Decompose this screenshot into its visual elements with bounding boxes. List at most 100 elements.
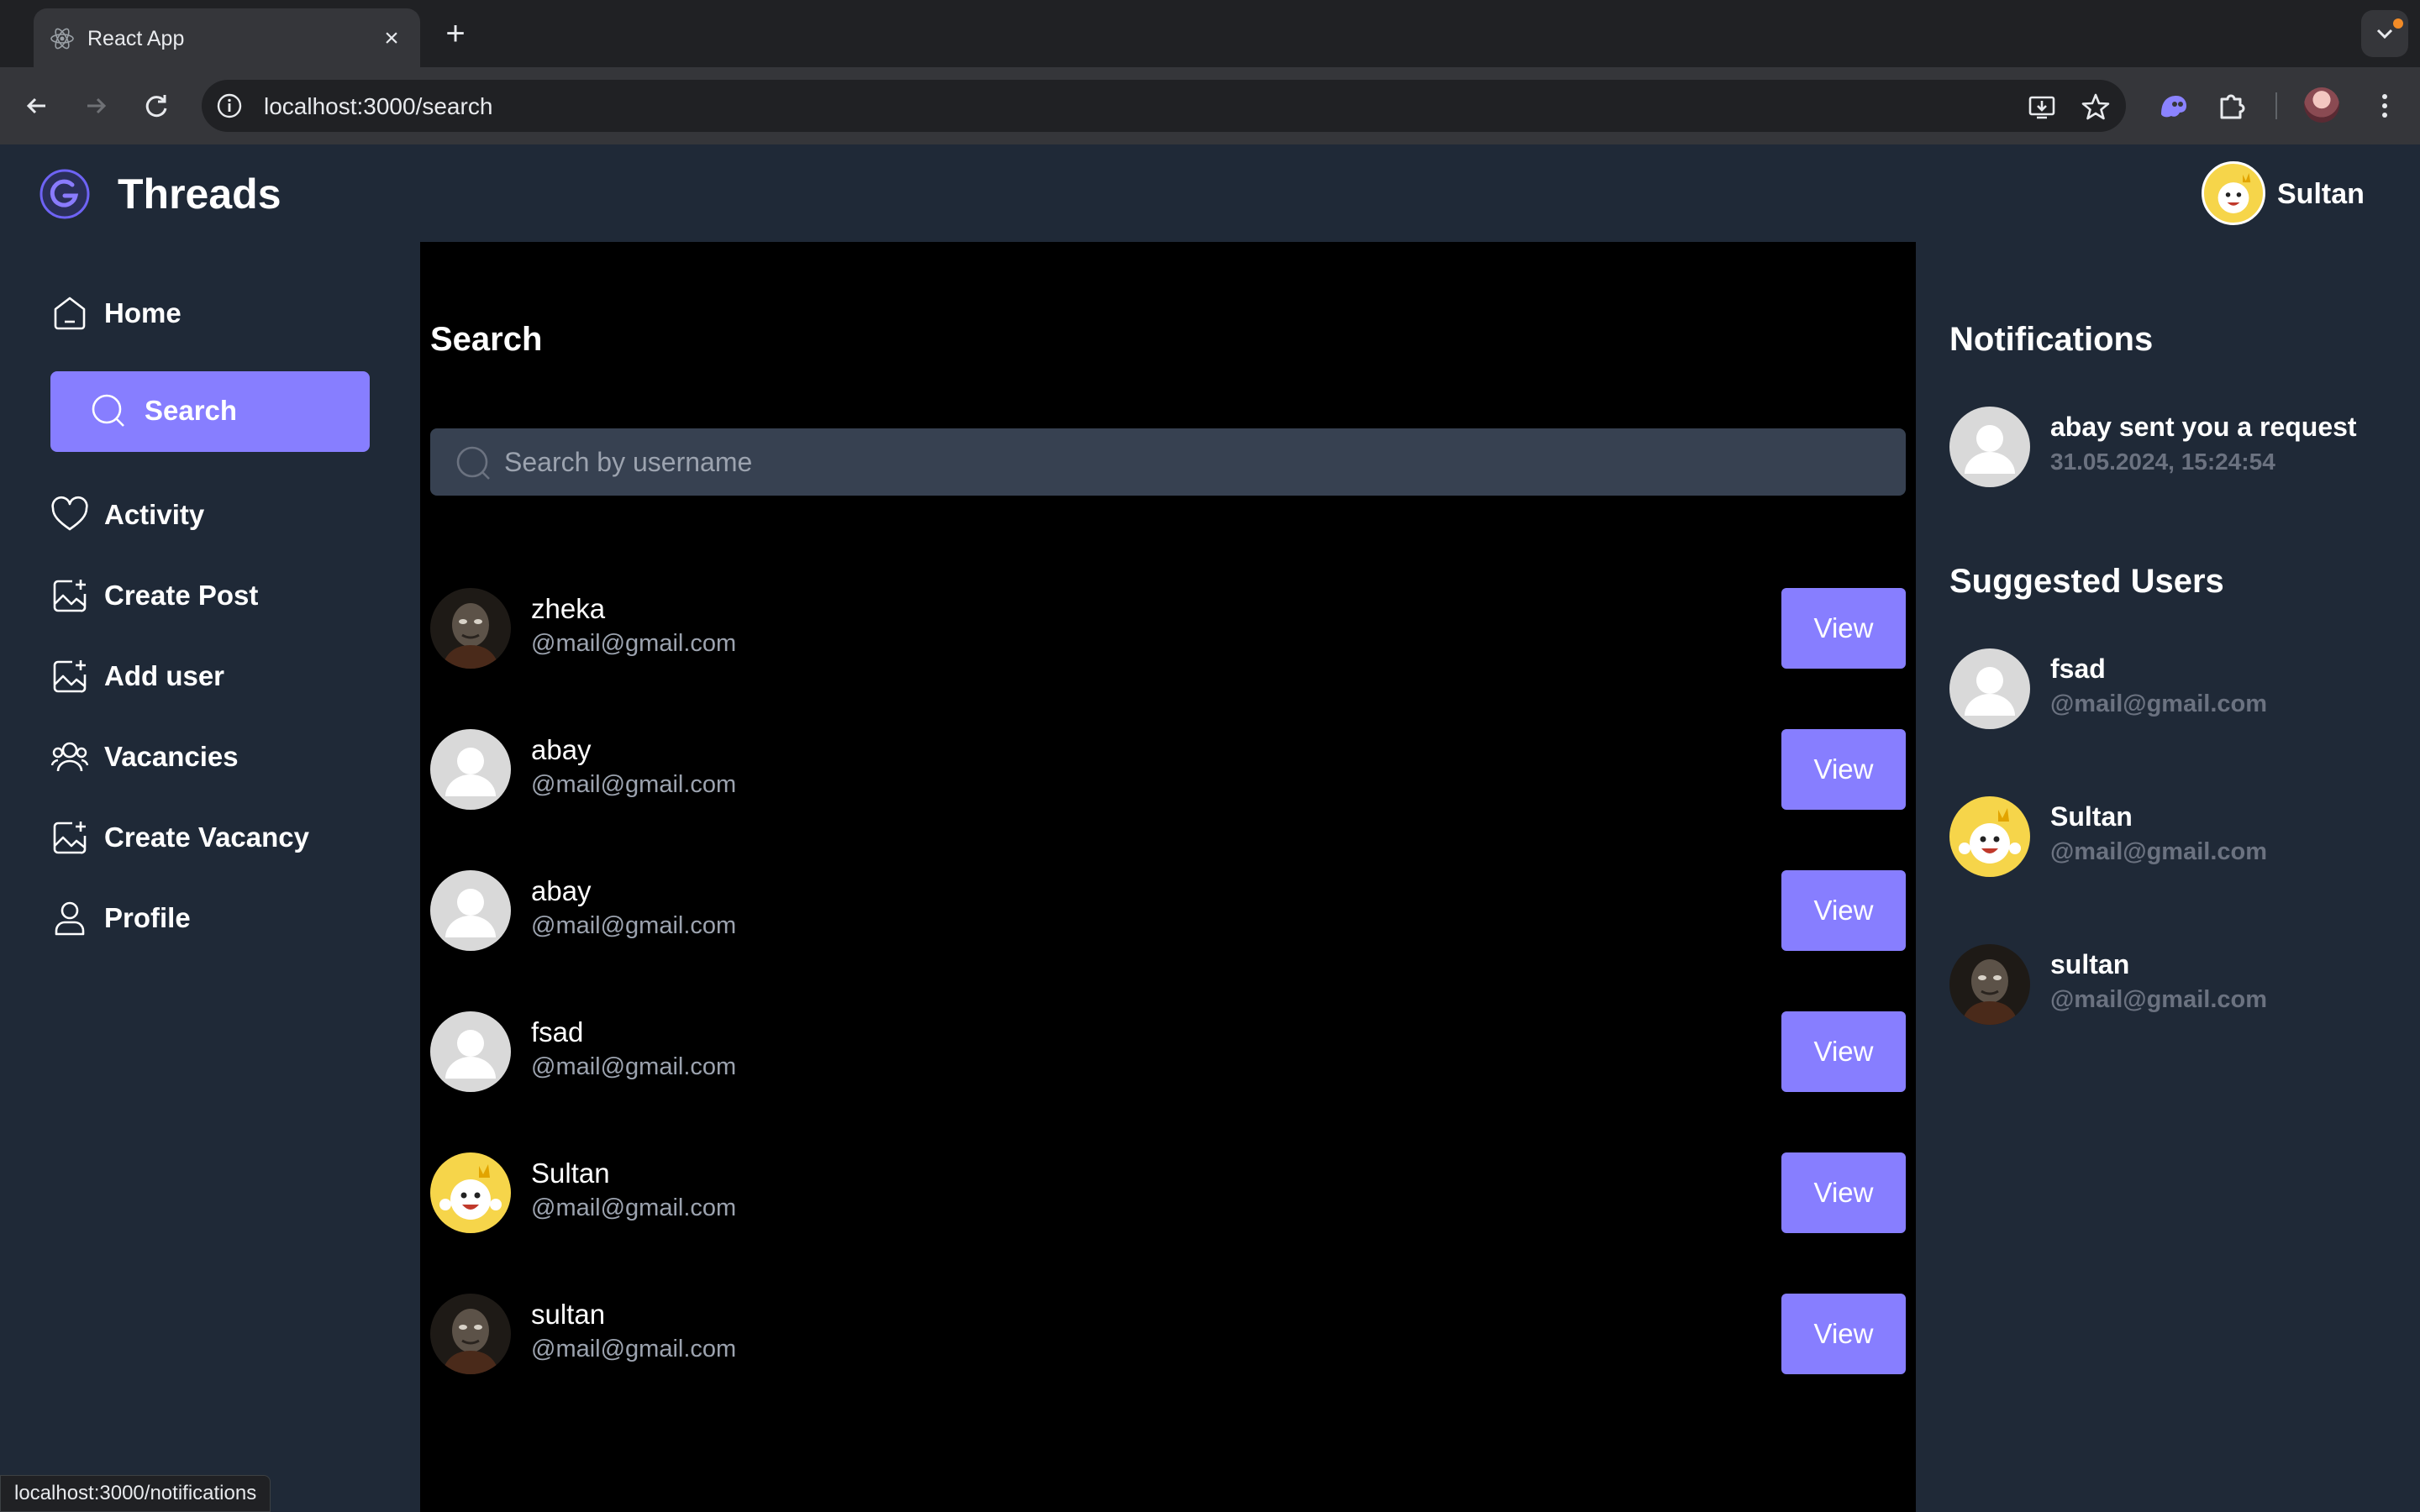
search-input[interactable]	[504, 428, 1882, 496]
user-avatar[interactable]	[430, 1294, 511, 1374]
sidebar-item-create-post[interactable]: Create Post	[50, 556, 370, 637]
sidebar-item-label: Create Post	[104, 580, 259, 611]
browser-tab[interactable]: React App ×	[34, 8, 420, 67]
result-username: fsad	[531, 1016, 584, 1047]
page-title: Search	[430, 321, 543, 358]
result-row: zheka @mail@gmail.com View	[430, 588, 1906, 729]
user-avatar[interactable]	[430, 870, 511, 951]
result-row: sultan @mail@gmail.com View	[430, 1294, 1906, 1435]
result-username: Sultan	[531, 1158, 610, 1189]
reload-icon[interactable]	[136, 86, 176, 126]
suggested-users-title: Suggested Users	[1949, 563, 2224, 600]
sidebar: Home Search Activity Create Post Add use…	[0, 242, 420, 1512]
browser-toolbar: localhost:3000/search	[0, 67, 2420, 144]
result-email: @mail@gmail.com	[531, 1053, 737, 1080]
bookmark-star-icon[interactable]	[2079, 90, 2112, 123]
image-plus-icon	[53, 660, 87, 693]
status-bar-url: localhost:3000/notifications	[0, 1475, 271, 1512]
suggested-user[interactable]: Sultan @mail@gmail.com	[1949, 796, 2403, 880]
app-logo-text[interactable]: Threads	[118, 170, 281, 218]
sidebar-item-label: Profile	[104, 902, 191, 933]
suggested-user-avatar[interactable]	[1949, 796, 2030, 877]
view-button[interactable]: View	[1781, 1294, 1906, 1374]
view-button[interactable]: View	[1781, 588, 1906, 669]
user-avatar[interactable]	[430, 1011, 511, 1092]
search-icon	[456, 446, 490, 480]
install-app-icon[interactable]	[2025, 90, 2059, 123]
url-text[interactable]: localhost:3000/search	[264, 93, 492, 120]
suggested-user-email: @mail@gmail.com	[2050, 690, 2268, 717]
user-avatar[interactable]	[430, 1152, 511, 1233]
sidebar-item-vacancies[interactable]: Vacancies	[50, 717, 370, 798]
image-plus-icon	[53, 822, 87, 854]
sidebar-item-search[interactable]: Search	[50, 371, 370, 452]
sidebar-item-profile[interactable]: Profile	[50, 879, 370, 959]
suggested-user-avatar[interactable]	[1949, 944, 2030, 1025]
suggested-user-email: @mail@gmail.com	[2050, 838, 2268, 865]
suggested-user-avatar[interactable]	[1949, 648, 2030, 729]
forward-arrow-icon[interactable]	[76, 86, 116, 126]
sidebar-item-activity[interactable]: Activity	[50, 475, 370, 556]
current-user[interactable]: Sultan	[2202, 161, 2420, 228]
result-username: abay	[531, 875, 592, 906]
view-button[interactable]: View	[1781, 1152, 1906, 1233]
result-username: sultan	[531, 1299, 606, 1330]
heart-icon	[51, 496, 88, 531]
suggested-user-email: @mail@gmail.com	[2050, 986, 2268, 1013]
notifications-title: Notifications	[1949, 321, 2154, 358]
extensions-puzzle-icon[interactable]	[2212, 86, 2252, 126]
close-tab-icon[interactable]: ×	[376, 24, 407, 54]
sidebar-item-add-user[interactable]: Add user	[50, 637, 370, 717]
view-button[interactable]: View	[1781, 1011, 1906, 1092]
suggested-user-name[interactable]: fsad	[2050, 654, 2106, 685]
toolbar-separator	[2275, 92, 2277, 119]
search-results: zheka @mail@gmail.com View abay @mail@gm…	[430, 588, 1906, 1435]
app-root: Threads Sultan Home Search Activity Crea…	[0, 144, 2420, 1512]
result-row: fsad @mail@gmail.com View	[430, 1011, 1906, 1152]
react-logo-icon	[50, 28, 74, 50]
sidebar-item-home[interactable]: Home	[50, 274, 370, 354]
new-tab-icon[interactable]: +	[439, 17, 472, 52]
right-panel: Notifications abay sent you a request 31…	[1916, 242, 2420, 1512]
tab-title: React App	[87, 27, 185, 50]
sidebar-item-label: Activity	[104, 499, 205, 530]
browser-tab-strip: React App × +	[0, 0, 2420, 67]
result-row: Sultan @mail@gmail.com View	[430, 1152, 1906, 1294]
sidebar-item-label: Add user	[104, 660, 225, 691]
address-bar[interactable]: localhost:3000/search	[202, 80, 2126, 132]
sidebar-item-label: Vacancies	[104, 741, 239, 772]
more-vertical-icon[interactable]	[2365, 86, 2405, 126]
site-info-icon[interactable]	[215, 92, 244, 120]
current-user-name: Sultan	[2277, 178, 2365, 210]
suggested-user[interactable]: fsad @mail@gmail.com	[1949, 648, 2403, 732]
search-field[interactable]	[430, 428, 1906, 496]
sidebar-item-label: Create Vacancy	[104, 822, 310, 853]
current-user-avatar[interactable]	[2202, 161, 2265, 225]
extension-ghost-icon[interactable]	[2153, 86, 2193, 126]
notification-dot	[2393, 18, 2403, 29]
browser-profile-avatar[interactable]	[2304, 87, 2339, 123]
notification-item[interactable]: abay sent you a request 31.05.2024, 15:2…	[1949, 407, 2403, 491]
suggested-user[interactable]: sultan @mail@gmail.com	[1949, 944, 2403, 1028]
sidebar-item-label: Search	[145, 395, 238, 426]
main-content: Search zheka @mail@gmail.com View abay @…	[420, 242, 1916, 1512]
result-email: @mail@gmail.com	[531, 912, 737, 939]
view-button[interactable]: View	[1781, 870, 1906, 951]
sidebar-item-create-vacancy[interactable]: Create Vacancy	[50, 798, 370, 879]
suggested-user-name[interactable]: sultan	[2050, 949, 2129, 980]
back-arrow-icon[interactable]	[17, 86, 57, 126]
result-email: @mail@gmail.com	[531, 630, 737, 657]
notification-time: 31.05.2024, 15:24:54	[2050, 449, 2275, 475]
users-icon	[50, 742, 89, 772]
result-email: @mail@gmail.com	[531, 771, 737, 798]
notification-text: abay sent you a request	[2050, 412, 2357, 442]
view-button[interactable]: View	[1781, 729, 1906, 810]
user-avatar[interactable]	[430, 729, 511, 810]
suggested-user-name[interactable]: Sultan	[2050, 801, 2133, 832]
threads-logo-icon[interactable]	[39, 168, 91, 220]
user-avatar[interactable]	[430, 588, 511, 669]
result-email: @mail@gmail.com	[531, 1194, 737, 1221]
image-plus-icon	[53, 580, 87, 612]
tab-search-button[interactable]	[2361, 10, 2408, 57]
result-row: abay @mail@gmail.com View	[430, 870, 1906, 1011]
